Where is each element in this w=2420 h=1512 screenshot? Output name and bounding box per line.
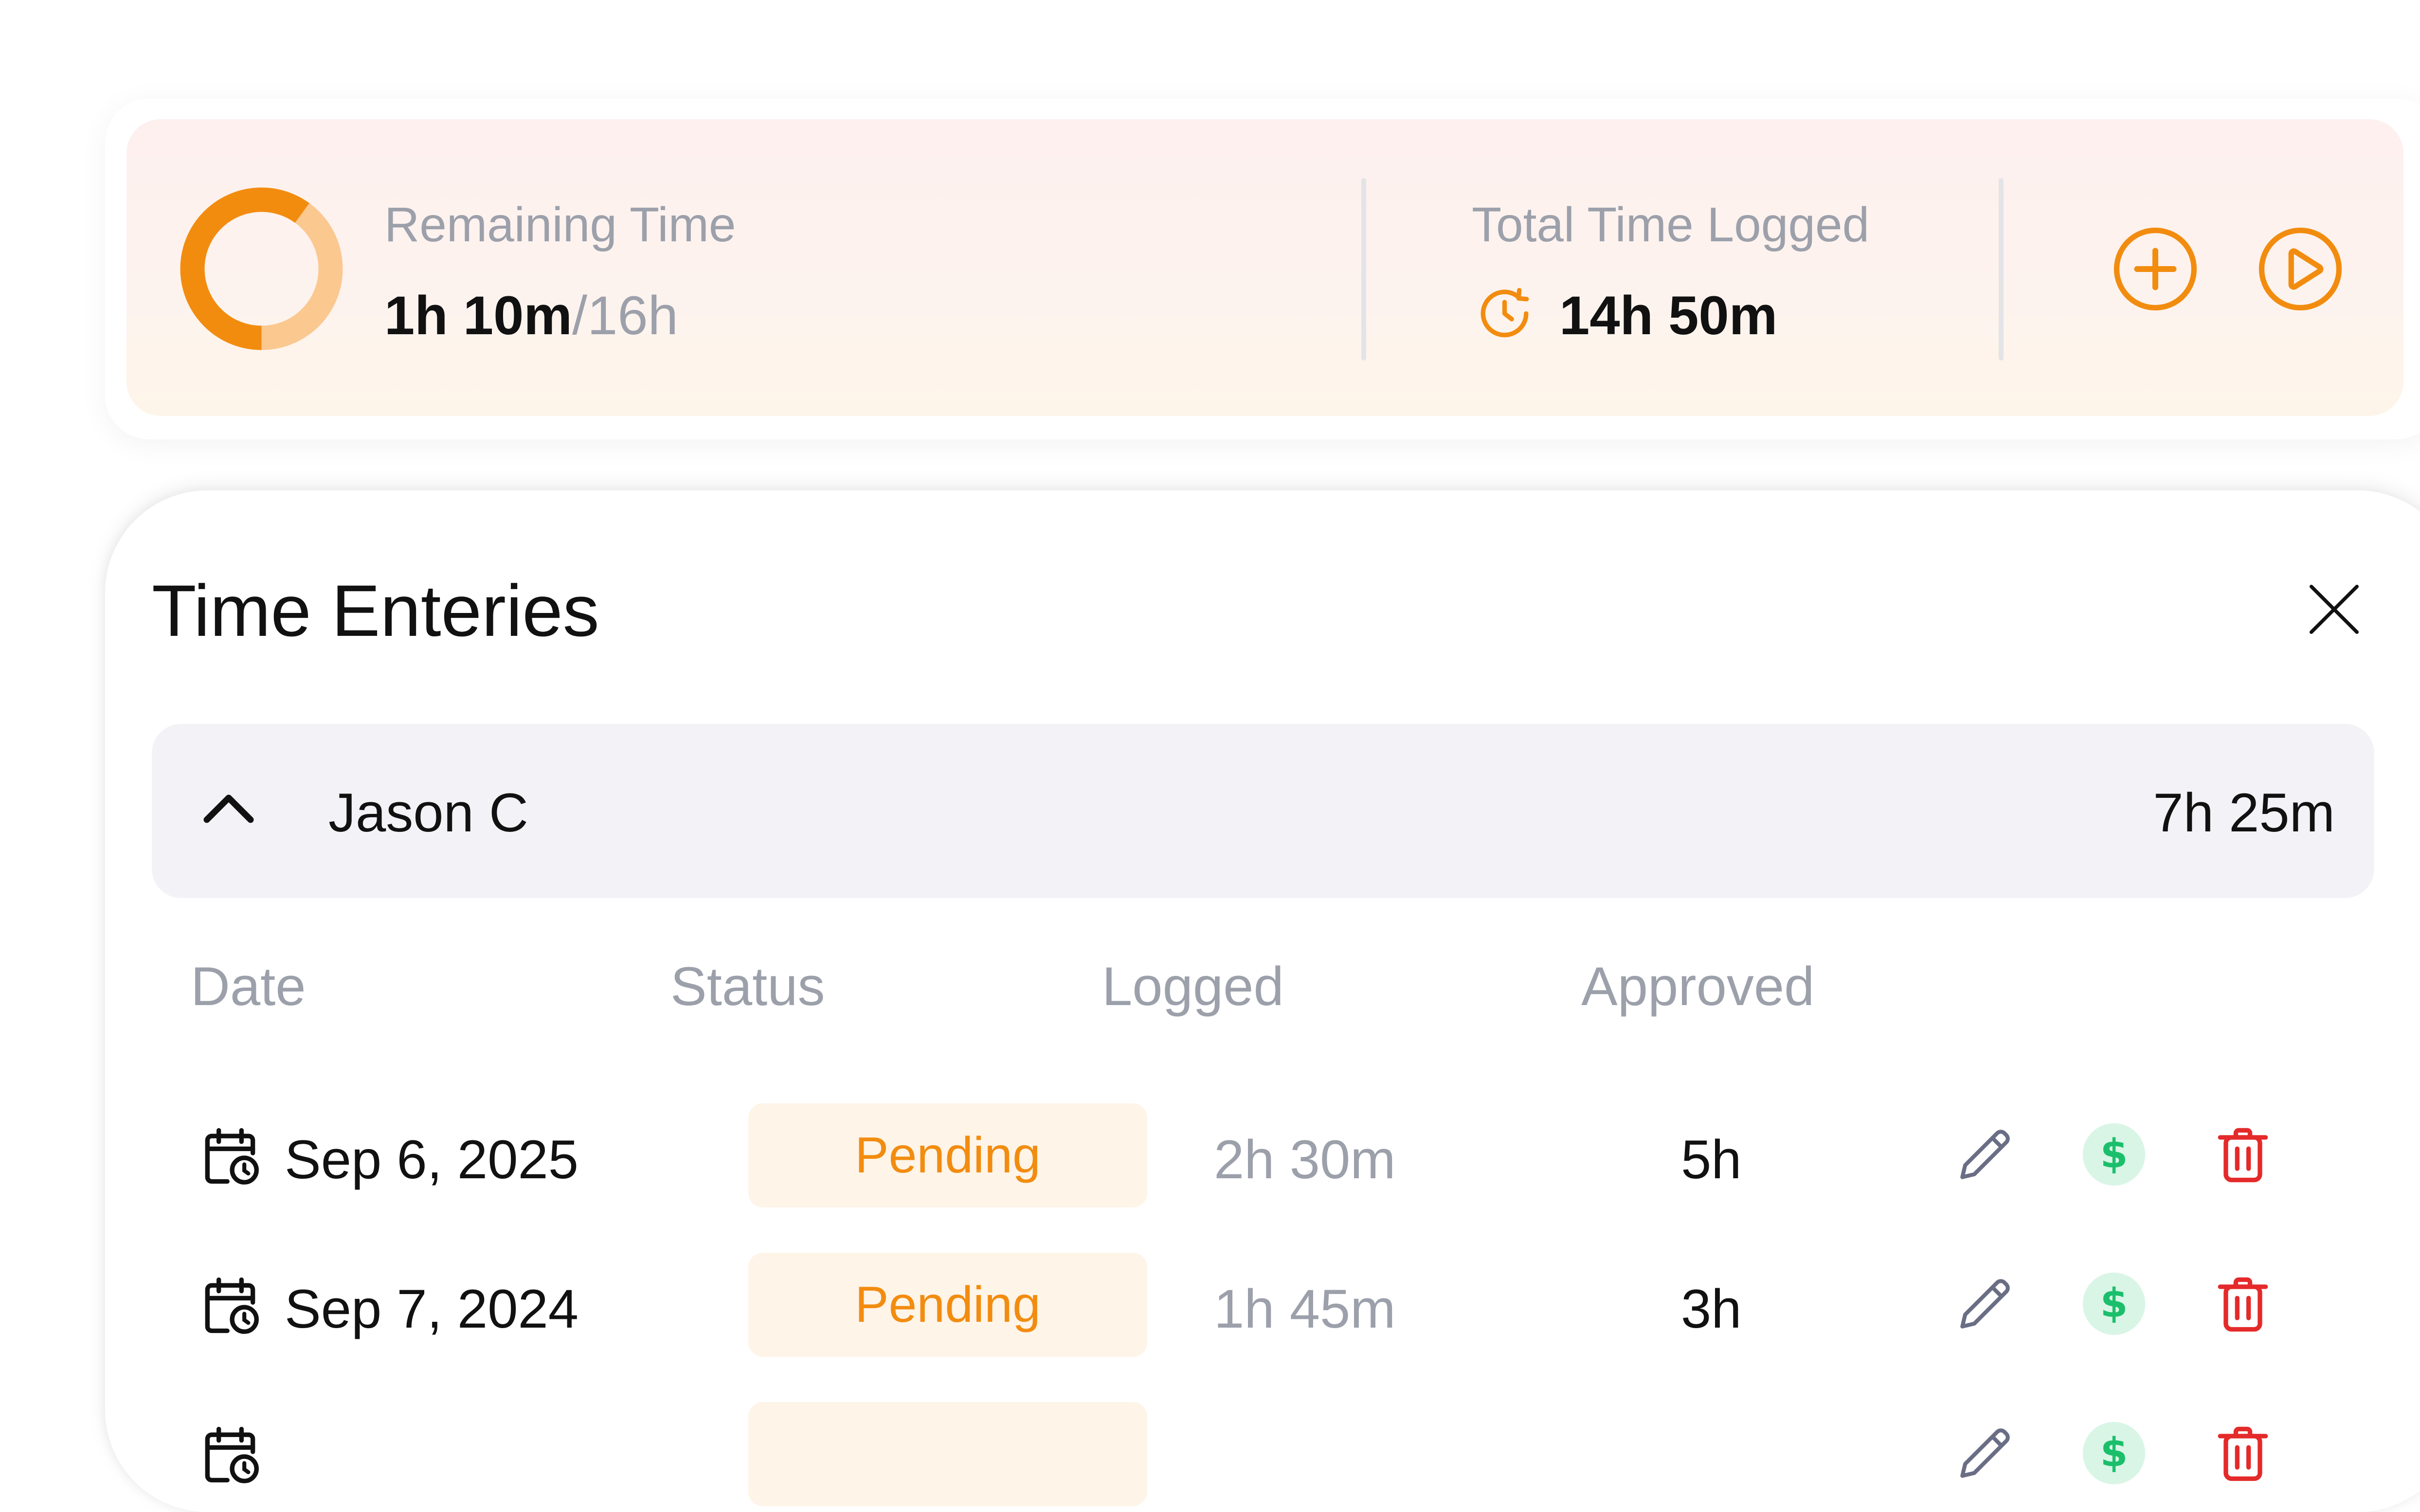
trash-icon[interactable] bbox=[2209, 1270, 2277, 1338]
add-time-button[interactable] bbox=[2112, 225, 2199, 313]
row-logged: 2h 30m bbox=[1214, 1129, 1396, 1190]
svg-text:$: $ bbox=[2100, 1131, 2128, 1177]
remaining-time-label: Remaining Time bbox=[384, 198, 736, 252]
group-name: Jason C bbox=[328, 782, 528, 843]
total-time-value: 14h 50m bbox=[1559, 285, 1778, 346]
status-badge bbox=[748, 1402, 1147, 1506]
status-badge: Pending bbox=[748, 1253, 1147, 1357]
svg-text:$: $ bbox=[2100, 1430, 2128, 1476]
trash-icon[interactable] bbox=[2209, 1120, 2277, 1188]
remaining-time-value: 1h 10m/16h bbox=[384, 288, 678, 343]
column-header-logged: Logged bbox=[1102, 956, 1284, 1017]
progress-ring-icon bbox=[180, 187, 343, 350]
close-icon[interactable] bbox=[2304, 579, 2365, 640]
pencil-icon[interactable] bbox=[1951, 1419, 2019, 1487]
remaining-value: 1h 10m bbox=[384, 285, 572, 346]
calendar-clock-icon bbox=[196, 1421, 264, 1489]
clock-refresh-icon bbox=[1481, 288, 1529, 338]
dollar-icon[interactable]: $ bbox=[2080, 1419, 2148, 1487]
pencil-icon[interactable] bbox=[1951, 1120, 2019, 1188]
column-header-status: Status bbox=[670, 956, 825, 1017]
column-header-date: Date bbox=[191, 956, 306, 1017]
summary-divider-2 bbox=[1999, 178, 2004, 360]
summary-card bbox=[126, 119, 2403, 416]
remaining-total: /16h bbox=[572, 285, 678, 346]
row-date: Sep 7, 2024 bbox=[285, 1278, 579, 1339]
svg-text:$: $ bbox=[2100, 1280, 2128, 1327]
status-badge: Pending bbox=[748, 1103, 1147, 1207]
row-logged: 1h 45m bbox=[1214, 1278, 1396, 1339]
calendar-clock-icon bbox=[196, 1122, 264, 1190]
row-approved: 3h bbox=[1681, 1278, 1742, 1339]
calendar-clock-icon bbox=[196, 1271, 264, 1339]
dollar-icon[interactable]: $ bbox=[2080, 1120, 2148, 1188]
column-header-approved: Approved bbox=[1581, 956, 1815, 1017]
row-approved: 5h bbox=[1681, 1129, 1742, 1190]
row-date: Sep 6, 2025 bbox=[285, 1129, 579, 1190]
panel-title: Time Enteries bbox=[152, 570, 599, 651]
summary-divider bbox=[1361, 178, 1366, 360]
group-total: 7h 25m bbox=[2153, 782, 2335, 843]
trash-icon[interactable] bbox=[2209, 1419, 2277, 1487]
total-time-label: Total Time Logged bbox=[1472, 198, 1870, 252]
pencil-icon[interactable] bbox=[1951, 1270, 2019, 1338]
start-timer-button[interactable] bbox=[2257, 225, 2344, 313]
chevron-up-icon[interactable] bbox=[199, 788, 258, 827]
dollar-icon[interactable]: $ bbox=[2080, 1270, 2148, 1338]
